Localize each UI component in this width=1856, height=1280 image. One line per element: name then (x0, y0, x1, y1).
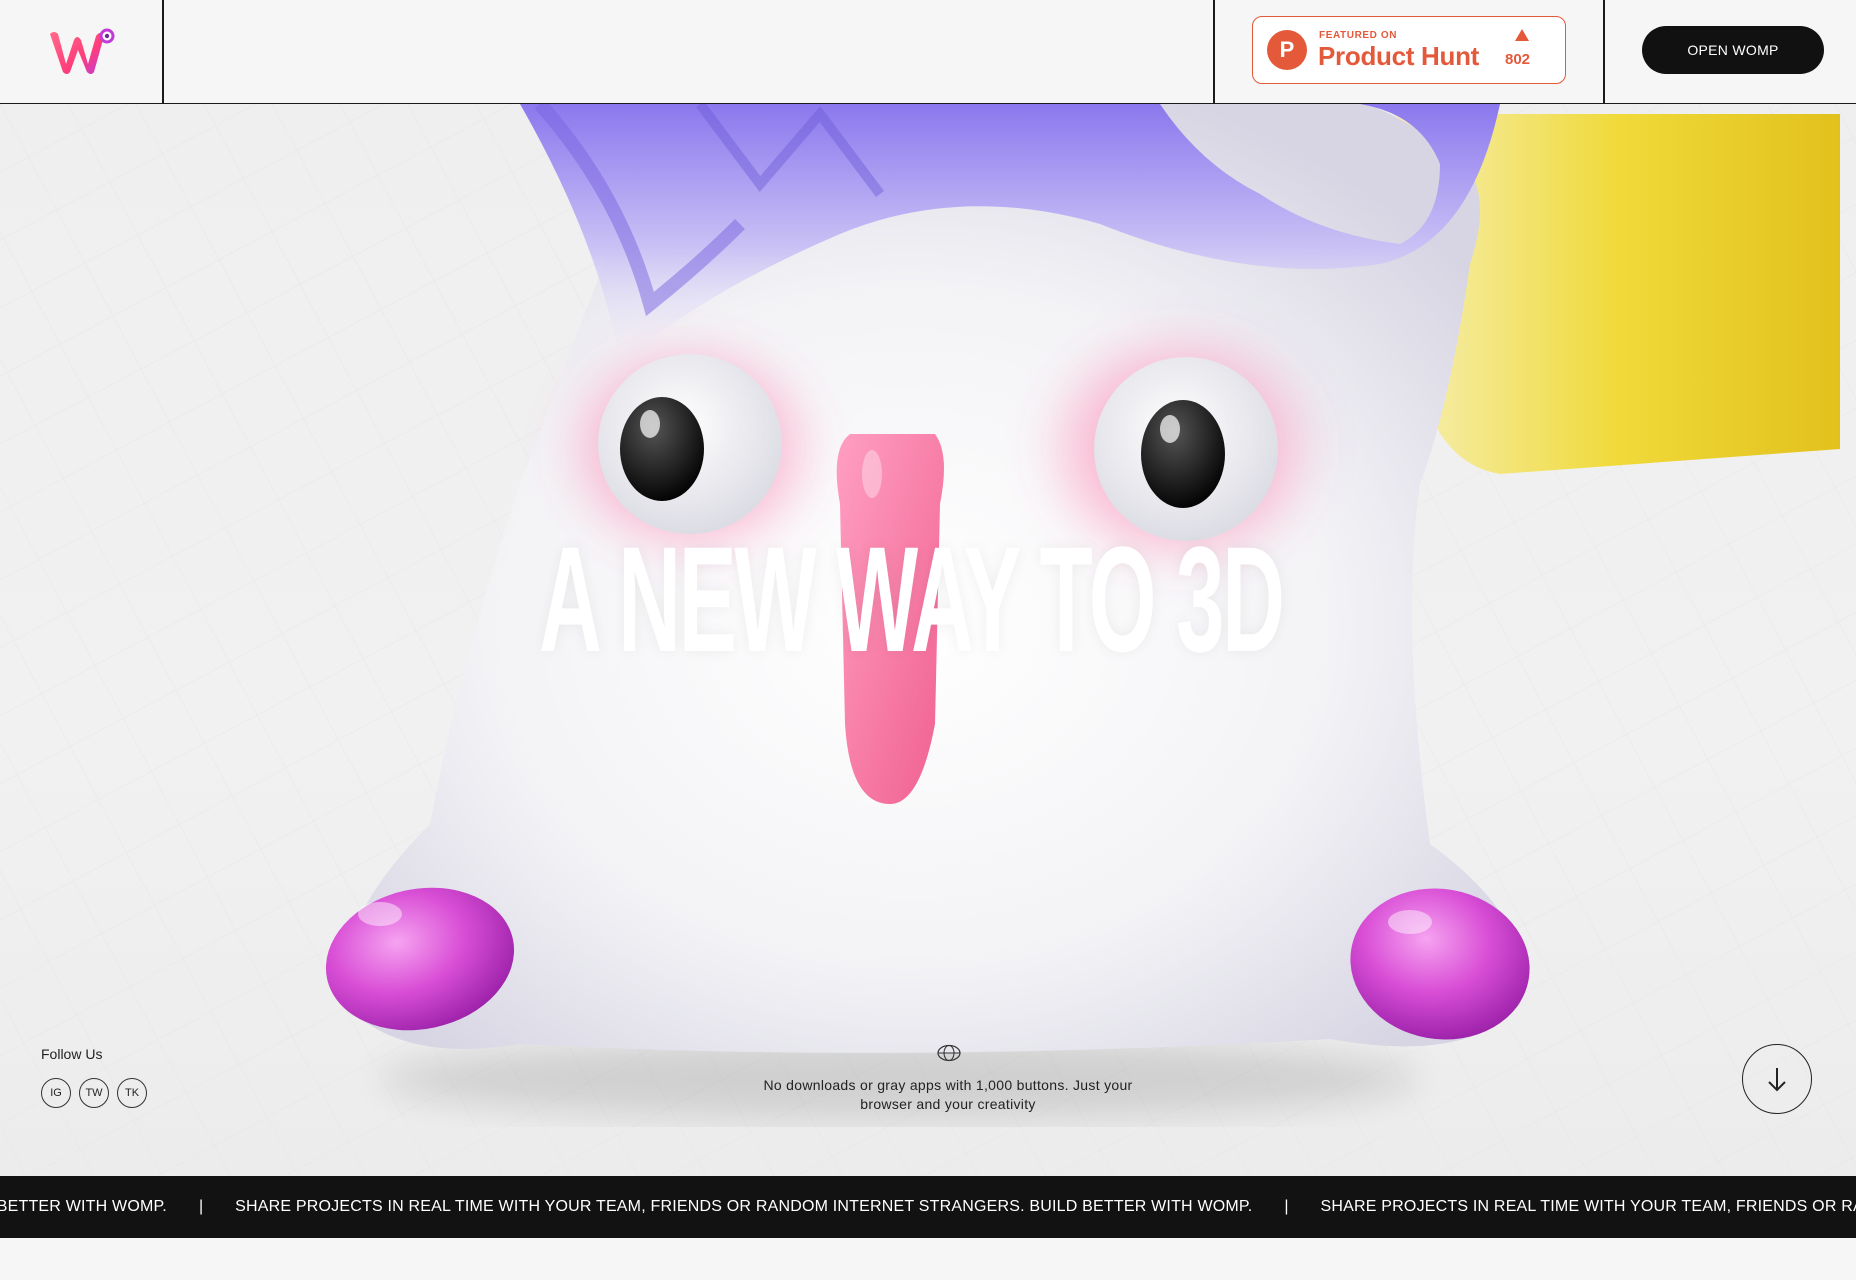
upvote-arrow-icon (1515, 29, 1529, 41)
product-hunt-logo-icon: P (1267, 30, 1307, 70)
ticker-track: NTERNET STRANGERS. BUILD BETTER WITH WOM… (0, 1176, 1856, 1238)
header-divider (1603, 0, 1605, 104)
womp-logo-icon[interactable] (46, 26, 118, 78)
product-hunt-name: Product Hunt (1318, 41, 1480, 71)
tiktok-link[interactable]: TK (117, 1078, 147, 1108)
header-divider (1213, 0, 1215, 104)
ticker-separator: | (198, 1198, 204, 1215)
marquee-ticker: NTERNET STRANGERS. BUILD BETTER WITH WOM… (0, 1176, 1856, 1238)
open-womp-button[interactable]: OPEN WOMP (1642, 26, 1824, 74)
ticker-separator: | (1284, 1198, 1289, 1215)
header-divider (162, 0, 164, 104)
ticker-item: SHARE PROJECTS IN REAL TIME WITH YOUR TE… (1320, 1198, 1856, 1215)
top-nav: P FEATURED ON Product Hunt 802 OPEN WOMP (0, 0, 1856, 104)
product-hunt-badge[interactable]: P FEATURED ON Product Hunt 802 (1252, 16, 1566, 84)
scroll-down-button[interactable] (1742, 1044, 1812, 1114)
follow-us-label: Follow Us (41, 1046, 103, 1062)
arrow-down-icon (1767, 1067, 1786, 1091)
hero-section: A NEW WAY TO 3D Follow Us IG TW TK No do… (0, 104, 1856, 1176)
product-hunt-featured-label: FEATURED ON (1319, 30, 1398, 41)
instagram-link[interactable]: IG (41, 1078, 71, 1108)
ticker-item: SHARE PROJECTS IN REAL TIME WITH YOUR TE… (235, 1198, 1253, 1215)
hero-headline: A NEW WAY TO 3D (539, 515, 1285, 683)
twitter-link[interactable]: TW (79, 1078, 109, 1108)
hero-tagline: No downloads or gray apps with 1,000 but… (763, 1077, 1133, 1112)
product-hunt-vote-count: 802 (1505, 51, 1531, 68)
globe-icon (937, 1044, 961, 1062)
page-bottom-strip (0, 1238, 1856, 1280)
ticker-item: NTERNET STRANGERS. BUILD BETTER WITH WOM… (0, 1198, 167, 1215)
